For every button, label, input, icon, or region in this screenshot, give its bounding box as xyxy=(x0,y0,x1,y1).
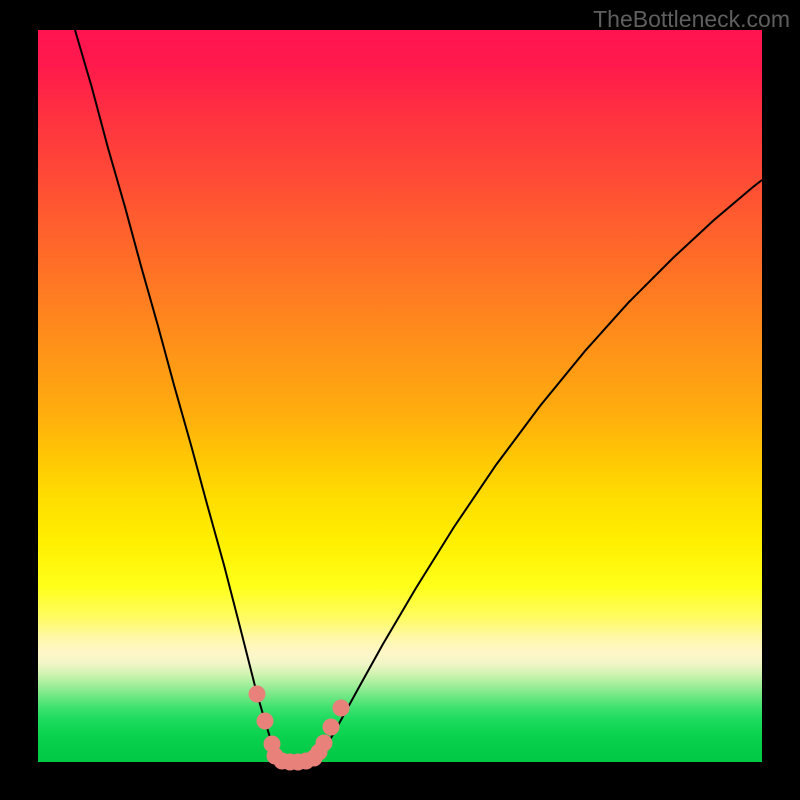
data-marker xyxy=(316,735,333,752)
marker-group xyxy=(249,686,350,771)
watermark-text: TheBottleneck.com xyxy=(593,6,790,33)
data-marker xyxy=(257,713,274,730)
chart-plot-area xyxy=(38,30,762,762)
curve-right xyxy=(314,180,762,762)
chart-svg xyxy=(38,30,762,762)
data-marker xyxy=(323,719,340,736)
curve-left xyxy=(75,30,284,762)
data-marker xyxy=(249,686,266,703)
data-marker xyxy=(333,700,350,717)
